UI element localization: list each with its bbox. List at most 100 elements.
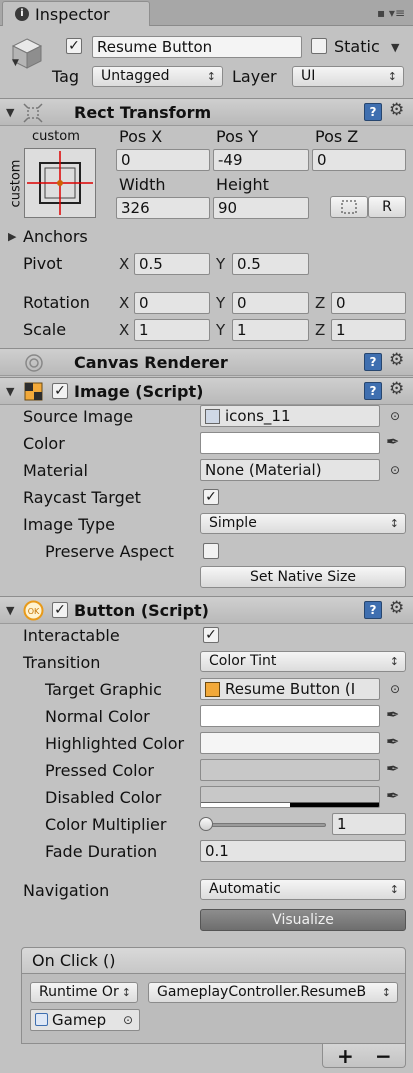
width-field[interactable]: 326 <box>116 197 210 219</box>
eyedropper-icon[interactable]: ✒ <box>386 705 399 724</box>
disabled-color-swatch[interactable] <box>200 786 380 808</box>
gameobject-icon <box>35 1013 48 1026</box>
source-image-field[interactable]: icons_11 <box>200 405 380 427</box>
preserve-aspect-checkbox[interactable] <box>203 543 219 559</box>
help-icon[interactable]: ? <box>364 382 382 400</box>
tab-menu-icon[interactable]: ▪ ▾≡ <box>377 6 405 20</box>
rotation-x-field[interactable]: 0 <box>134 292 210 314</box>
target-graphic-field[interactable]: Resume Button (I <box>200 678 380 700</box>
color-multiplier-track[interactable] <box>206 823 326 827</box>
image-script-header[interactable]: ▼ ✓ Image (Script) ? ⚙ <box>0 377 413 405</box>
tab-inspector-label: Inspector <box>35 5 110 24</box>
eyedropper-icon[interactable]: ✒ <box>386 786 399 805</box>
rotation-z-field[interactable]: 0 <box>331 292 406 314</box>
canvas-renderer-title: Canvas Renderer <box>74 353 228 372</box>
scale-x-field[interactable]: 1 <box>134 319 210 341</box>
eyedropper-icon[interactable]: ✒ <box>386 759 399 778</box>
add-event-button[interactable]: + <box>337 1044 354 1068</box>
pivot-x-axis-label: X <box>119 255 130 273</box>
rect-transform-header[interactable]: ▼ Rect Transform ? ⚙ <box>0 98 413 126</box>
object-picker-icon[interactable]: ⊙ <box>390 409 400 423</box>
transition-label: Transition <box>23 653 101 672</box>
gear-icon[interactable]: ⚙ <box>389 598 404 618</box>
static-dropdown-icon[interactable]: ▼ <box>391 41 399 54</box>
object-picker-icon[interactable]: ⊙ <box>123 1013 133 1027</box>
transition-dropdown[interactable]: Color Tint <box>200 651 406 672</box>
scale-label: Scale <box>23 320 67 339</box>
pivot-y-field[interactable]: 0.5 <box>232 253 309 275</box>
foldout-arrow-icon[interactable]: ▼ <box>6 106 14 119</box>
rotation-x-axis-label: X <box>119 294 130 312</box>
raycast-target-checkbox[interactable]: ✓ <box>203 489 219 505</box>
gear-icon[interactable]: ⚙ <box>389 350 404 370</box>
active-checkbox[interactable]: ✓ <box>66 38 82 54</box>
tab-inspector[interactable]: i Inspector <box>2 1 150 26</box>
color-multiplier-thumb[interactable] <box>199 817 213 831</box>
set-native-size-button[interactable]: Set Native Size <box>200 566 406 588</box>
color-multiplier-field[interactable]: 1 <box>332 813 406 835</box>
remove-event-button[interactable]: − <box>375 1044 392 1068</box>
info-icon: i <box>15 7 29 21</box>
color-swatch[interactable] <box>200 432 380 454</box>
material-field[interactable]: None (Material) <box>200 459 380 481</box>
on-click-title: On Click () <box>32 951 116 970</box>
gear-icon[interactable]: ⚙ <box>389 100 404 120</box>
interactable-checkbox[interactable]: ✓ <box>203 627 219 643</box>
button-component-icon: OK <box>23 600 44 621</box>
image-component-icon <box>205 682 220 697</box>
static-checkbox[interactable] <box>311 38 327 54</box>
layer-dropdown[interactable]: UI <box>292 66 404 87</box>
foldout-arrow-icon[interactable]: ▼ <box>6 604 14 617</box>
pos-y-field[interactable]: -49 <box>213 149 309 171</box>
function-dropdown[interactable]: GameplayController.ResumeB <box>148 982 398 1003</box>
pos-y-label: Pos Y <box>216 127 259 146</box>
button-script-title: Button (Script) <box>74 601 209 620</box>
on-click-header: On Click () <box>21 947 406 974</box>
tag-label: Tag <box>52 67 80 86</box>
anchor-preset-top-label: custom <box>32 129 80 144</box>
interactable-label: Interactable <box>23 626 120 645</box>
pivot-x-field[interactable]: 0.5 <box>134 253 210 275</box>
eyedropper-icon[interactable]: ✒ <box>386 432 399 451</box>
target-object-value: Gamep <box>52 1011 107 1029</box>
scale-y-field[interactable]: 1 <box>232 319 309 341</box>
pos-z-field[interactable]: 0 <box>312 149 406 171</box>
help-icon[interactable]: ? <box>364 601 382 619</box>
alpha-bar <box>201 803 290 807</box>
navigation-dropdown[interactable]: Automatic <box>200 879 406 900</box>
runtime-mode-dropdown[interactable]: Runtime Or <box>30 982 138 1003</box>
anchors-label[interactable]: Anchors <box>23 227 88 246</box>
rotation-y-field[interactable]: 0 <box>232 292 309 314</box>
button-script-header[interactable]: ▼ OK ✓ Button (Script) ? ⚙ <box>0 596 413 624</box>
help-icon[interactable]: ? <box>364 103 382 121</box>
image-enabled-checkbox[interactable]: ✓ <box>52 383 68 399</box>
blueprint-mode-button[interactable] <box>330 196 368 218</box>
pos-x-field[interactable]: 0 <box>116 149 210 171</box>
fade-duration-field[interactable]: 0.1 <box>200 840 406 862</box>
height-field[interactable]: 90 <box>213 197 309 219</box>
object-icon-dropdown-icon[interactable]: ▼ <box>12 58 19 68</box>
normal-color-swatch[interactable] <box>200 705 380 727</box>
anchor-preset-button[interactable] <box>24 148 96 218</box>
foldout-arrow-icon[interactable]: ▼ <box>6 385 14 398</box>
gear-icon[interactable]: ⚙ <box>389 379 404 399</box>
fade-duration-label: Fade Duration <box>45 842 158 861</box>
height-label: Height <box>216 175 269 194</box>
highlighted-color-swatch[interactable] <box>200 732 380 754</box>
tag-dropdown[interactable]: Untagged <box>92 66 223 87</box>
anchors-foldout-icon[interactable]: ▶ <box>8 230 16 243</box>
visualize-button[interactable]: Visualize <box>200 909 406 931</box>
object-picker-icon[interactable]: ⊙ <box>390 682 400 696</box>
material-label: Material <box>23 461 88 480</box>
button-enabled-checkbox[interactable]: ✓ <box>52 602 68 618</box>
pressed-color-swatch[interactable] <box>200 759 380 781</box>
eyedropper-icon[interactable]: ✒ <box>386 732 399 751</box>
canvas-renderer-header[interactable]: Canvas Renderer ? ⚙ <box>0 348 413 376</box>
help-icon[interactable]: ? <box>364 353 382 371</box>
object-name-field[interactable]: Resume Button <box>92 36 302 58</box>
object-picker-icon[interactable]: ⊙ <box>390 463 400 477</box>
scale-z-field[interactable]: 1 <box>331 319 406 341</box>
blueprint-icon <box>341 200 357 214</box>
image-type-dropdown[interactable]: Simple <box>200 513 406 534</box>
raw-edit-button[interactable]: R <box>368 196 406 218</box>
